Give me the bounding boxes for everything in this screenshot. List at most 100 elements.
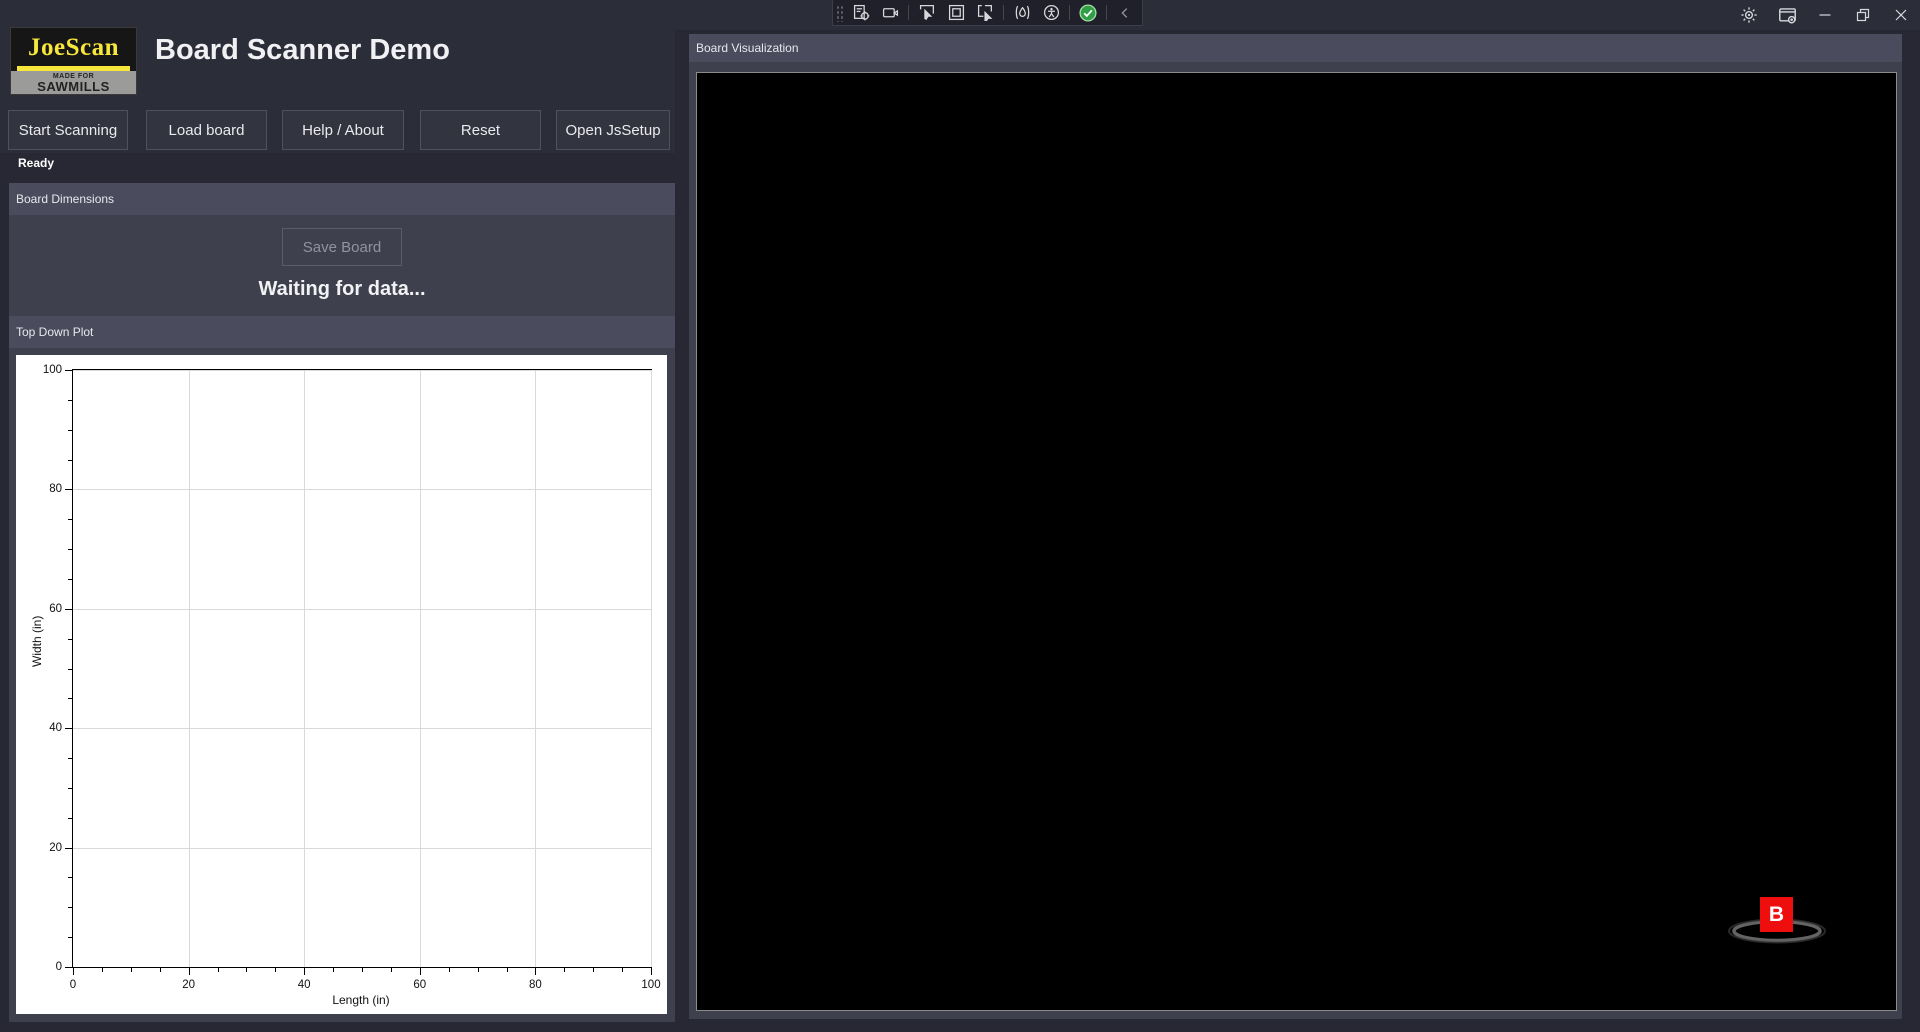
board-origin-marker: B (1760, 897, 1793, 932)
x-tick-minor (102, 968, 103, 972)
y-tick-label: 60 (49, 603, 62, 615)
y-tick-minor (68, 549, 72, 550)
toolbar-separator (1069, 5, 1070, 20)
track-focused-element-icon[interactable] (974, 2, 996, 23)
y-tick-major (65, 728, 72, 729)
gridline-y (73, 848, 651, 849)
plot-area: 020406080100020406080100 (72, 369, 652, 968)
enable-selection-icon[interactable] (916, 2, 938, 23)
board-dimensions-header: Board Dimensions (9, 183, 675, 215)
y-tick-minor (68, 669, 72, 670)
help-about-button[interactable]: Help / About (282, 110, 404, 150)
window-controls (1730, 0, 1920, 30)
waiting-for-data-text: Waiting for data... (9, 278, 675, 301)
accessibility-checker-icon[interactable] (1040, 2, 1062, 23)
hot-reload-icon[interactable] (1011, 2, 1033, 23)
x-tick-minor (622, 968, 623, 972)
x-tick-major (420, 968, 421, 975)
x-tick-minor (478, 968, 479, 972)
x-tick-minor (218, 968, 219, 972)
y-tick-label: 0 (56, 961, 62, 973)
load-board-button[interactable]: Load board (146, 110, 267, 150)
x-tick-label: 0 (70, 979, 76, 991)
board-visualization-header: Board Visualization (689, 34, 1902, 62)
x-tick-label: 20 (182, 979, 195, 991)
reset-button[interactable]: Reset (420, 110, 541, 150)
y-tick-minor (68, 907, 72, 908)
gridline-y (73, 609, 651, 610)
grip-handle[interactable] (835, 4, 843, 22)
board-visualization-body: B (689, 62, 1902, 1019)
open-jssetup-button[interactable]: Open JsSetup (556, 110, 670, 150)
x-tick-minor (564, 968, 565, 972)
hot-reload-status-icon[interactable] (1077, 2, 1099, 23)
x-tick-minor (507, 968, 508, 972)
y-tick-major (65, 848, 72, 849)
y-axis-title: Width (in) (30, 616, 44, 667)
status-text: Ready (18, 156, 54, 170)
x-tick-minor (275, 968, 276, 972)
x-tick-minor (391, 968, 392, 972)
start-scanning-button[interactable]: Start Scanning (8, 110, 128, 150)
gridline-x (535, 370, 536, 967)
y-tick-minor (68, 579, 72, 580)
y-tick-minor (68, 519, 72, 520)
debug-toolbar (832, 0, 1143, 26)
x-tick-label: 60 (413, 979, 426, 991)
x-tick-minor (246, 968, 247, 972)
y-tick-label: 80 (49, 483, 62, 495)
minimize-icon[interactable] (1806, 0, 1844, 30)
y-tick-minor (68, 400, 72, 401)
window-settings-icon[interactable] (1768, 0, 1806, 30)
top-down-plot-header: Top Down Plot (9, 316, 675, 348)
layout-adorners-icon[interactable] (945, 2, 967, 23)
toolbar-separator (908, 5, 909, 20)
x-tick-major (535, 968, 536, 975)
restore-icon[interactable] (1844, 0, 1882, 30)
x-tick-major (304, 968, 305, 975)
board-visualization-label: Board Visualization (696, 41, 799, 55)
gridline-x (651, 370, 652, 967)
board-scanner-window: JoeScan MADE FOR SAWMILLS Board Scanner … (0, 0, 1920, 1032)
live-visual-tree-icon[interactable] (850, 2, 872, 23)
x-tick-minor (449, 968, 450, 972)
save-board-button[interactable]: Save Board (282, 228, 402, 266)
y-tick-label: 40 (49, 722, 62, 734)
y-tick-minor (68, 639, 72, 640)
x-tick-minor (131, 968, 132, 972)
gridline-y (73, 370, 651, 371)
x-tick-minor (333, 968, 334, 972)
screenshot-camera-icon[interactable] (879, 2, 901, 23)
y-tick-minor (68, 430, 72, 431)
top-down-chart: 020406080100020406080100 Length (in) Wid… (16, 355, 667, 1014)
x-tick-minor (160, 968, 161, 972)
collapse-chevron-icon[interactable] (1114, 2, 1136, 23)
y-tick-minor (68, 698, 72, 699)
gridline-x (304, 370, 305, 967)
top-down-plot-body: 020406080100020406080100 Length (in) Wid… (9, 348, 675, 1022)
x-tick-label: 80 (529, 979, 542, 991)
top-down-plot-label: Top Down Plot (16, 325, 93, 339)
x-tick-major (189, 968, 190, 975)
board-dimensions-body: Save Board Waiting for data... (9, 215, 675, 316)
y-tick-major (65, 370, 72, 371)
settings-gear-icon[interactable] (1730, 0, 1768, 30)
gridline-x (189, 370, 190, 967)
x-tick-label: 100 (641, 979, 660, 991)
x-tick-label: 40 (298, 979, 311, 991)
x-tick-major (73, 968, 74, 975)
page-title: Board Scanner Demo (155, 34, 450, 67)
3d-viewport[interactable]: B (696, 72, 1897, 1011)
y-tick-minor (68, 818, 72, 819)
joescan-logo: JoeScan MADE FOR SAWMILLS (10, 27, 137, 95)
close-icon[interactable] (1882, 0, 1920, 30)
logo-sawmills: SAWMILLS (37, 80, 110, 93)
y-tick-minor (68, 877, 72, 878)
y-tick-label: 20 (49, 842, 62, 854)
y-tick-minor (68, 788, 72, 789)
y-tick-minor (68, 758, 72, 759)
y-tick-minor (68, 937, 72, 938)
x-tick-minor (362, 968, 363, 972)
y-tick-major (65, 489, 72, 490)
gridline-y (73, 489, 651, 490)
